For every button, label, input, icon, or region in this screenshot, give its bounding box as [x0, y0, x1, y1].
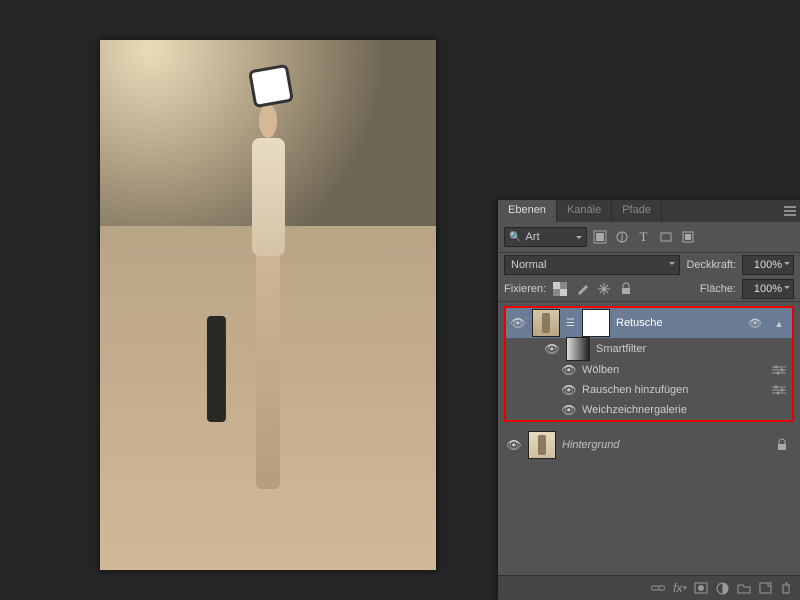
- filter-type-icon[interactable]: T: [635, 228, 653, 246]
- lock-pixels-icon[interactable]: [574, 281, 590, 297]
- link-icon: ☰: [566, 318, 576, 329]
- filter-name: Rauschen hinzufügen: [582, 384, 688, 396]
- layer-thumbnail[interactable]: [528, 431, 556, 459]
- highlight-frame: 👁 ☰ Retusche 👁 ▴ 👁 Smartfilter 👁 Wölben: [504, 306, 794, 422]
- filter-row-woelben[interactable]: 👁 Wölben: [506, 360, 792, 380]
- collapse-toggle-icon[interactable]: ▴: [770, 314, 788, 332]
- lock-label: Fixieren:: [504, 283, 546, 295]
- image-subject: [221, 104, 315, 528]
- search-icon: 🔍: [509, 232, 521, 243]
- delete-layer-icon[interactable]: [780, 582, 792, 595]
- tab-layers[interactable]: Ebenen: [498, 200, 557, 222]
- new-adjustment-icon[interactable]: [716, 582, 729, 595]
- tab-channels[interactable]: Kanäle: [557, 200, 612, 222]
- filter-name: Weichzeichnergalerie: [582, 404, 687, 416]
- fill-input[interactable]: 100%: [742, 279, 794, 299]
- filter-shape-icon[interactable]: [657, 228, 675, 246]
- visibility-toggle-icon[interactable]: 👁: [562, 362, 576, 378]
- layer-mask-thumbnail[interactable]: [582, 309, 610, 337]
- layer-name[interactable]: Hintergrund: [562, 439, 770, 451]
- smartfilter-mask-thumbnail[interactable]: [566, 337, 590, 361]
- fill-label: Fläche:: [700, 283, 736, 295]
- filter-row-rauschen[interactable]: 👁 Rauschen hinzufügen: [506, 380, 792, 400]
- opacity-label: Deckkraft:: [686, 259, 736, 271]
- layer-name[interactable]: Retusche: [616, 317, 740, 329]
- panel-menu-icon[interactable]: [780, 200, 800, 222]
- lock-all-icon[interactable]: [618, 281, 634, 297]
- new-group-icon[interactable]: [737, 582, 751, 594]
- layer-row-background[interactable]: 👁 Hintergrund: [502, 430, 796, 460]
- layer-row-retusche[interactable]: 👁 ☰ Retusche 👁 ▴: [506, 308, 792, 338]
- filter-smart-icon[interactable]: [679, 228, 697, 246]
- filter-options-icon[interactable]: [772, 365, 792, 375]
- layers-panel: Ebenen Kanäle Pfade 🔍 Art T Normal Deckk…: [498, 200, 800, 600]
- visibility-toggle-icon[interactable]: 👁: [562, 382, 576, 398]
- opacity-input[interactable]: 100%: [742, 255, 794, 275]
- filter-row-weichzeichner[interactable]: 👁 Weichzeichnergalerie: [506, 400, 792, 420]
- visibility-toggle-icon[interactable]: 👁: [510, 315, 526, 331]
- layer-style-icon[interactable]: fx▾: [673, 581, 686, 595]
- chevron-down-icon: [576, 236, 582, 242]
- image-snorkel-mask: [248, 63, 294, 107]
- document-canvas[interactable]: [100, 40, 436, 570]
- lock-transparency-icon[interactable]: [552, 281, 568, 297]
- filter-options-icon[interactable]: [772, 385, 792, 395]
- layer-thumbnail[interactable]: [532, 309, 560, 337]
- filter-adjust-icon[interactable]: [613, 228, 631, 246]
- filter-kind-dropdown[interactable]: 🔍 Art: [504, 227, 587, 247]
- lock-icon[interactable]: [776, 438, 792, 452]
- smartfilter-row[interactable]: 👁 Smartfilter: [544, 338, 792, 360]
- new-layer-icon[interactable]: [759, 582, 772, 594]
- visibility-toggle-icon[interactable]: 👁: [562, 402, 576, 418]
- lock-position-icon[interactable]: [596, 281, 612, 297]
- tab-paths[interactable]: Pfade: [612, 200, 662, 222]
- visibility-toggle-icon[interactable]: 👁: [506, 437, 522, 453]
- smartfilter-label: Smartfilter: [596, 343, 646, 355]
- filter-name: Wölben: [582, 364, 619, 376]
- filter-pixel-icon[interactable]: [591, 228, 609, 246]
- panel-bottom-bar: fx▾: [498, 575, 800, 600]
- link-layers-icon[interactable]: [651, 582, 665, 594]
- blend-mode-dropdown[interactable]: Normal: [504, 255, 680, 275]
- visibility-toggle-icon[interactable]: 👁: [544, 341, 560, 357]
- add-mask-icon[interactable]: [694, 582, 708, 594]
- filter-visibility-icon[interactable]: 👁: [746, 314, 764, 332]
- filter-kind-label: Art: [525, 231, 539, 243]
